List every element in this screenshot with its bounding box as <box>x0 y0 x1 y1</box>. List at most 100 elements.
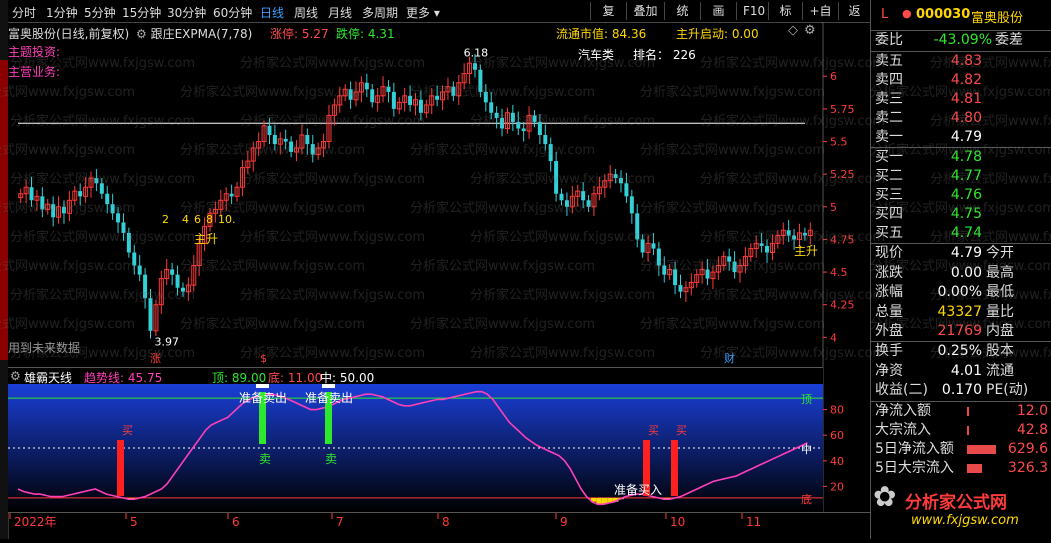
period-toolbar: 分时 1分钟 5分钟 15分钟 30分钟 60分钟 日线 周线 月线 多周期 更… <box>8 0 870 36</box>
stock-name: 富奥股份 <box>971 11 1024 26</box>
period-monthly[interactable]: 月线 <box>328 4 352 21</box>
ask-label: 卖五 <box>875 53 903 69</box>
sub-axis-panel: 80 60 40 20 <box>822 367 870 512</box>
candle-body <box>310 144 315 155</box>
period-30min[interactable]: 30分钟 <box>167 4 206 21</box>
candle-body <box>792 235 797 240</box>
gear-icon[interactable]: ⚙ <box>804 23 816 38</box>
candle-body <box>78 191 83 197</box>
indicator-expma-text: 跟庄EXPMA(7,78) <box>150 27 253 41</box>
quote-value: 4.79 <box>950 245 982 261</box>
quote-panel: L ● 000030 富奥股份 委比 -43.09% 委差 卖五 4.83 卖四 4.… <box>870 0 1051 539</box>
kline-svg: 65.755.55.2554.754.54.2546.183.972 4 6 8 10.… <box>8 23 870 368</box>
quote-value: 0.00 <box>950 264 982 281</box>
indicator-subchart[interactable]: 准备卖出卖 准备卖出卖 买 买 买准备买入 顶中底 <box>8 384 823 512</box>
main-kline-chart[interactable]: 6 5.75 5.5 5.25 5 4.75 4.5 4.25 4 6.18 3.97 2 4 6 8 10.… <box>8 23 870 368</box>
ask-price: 4.81 <box>950 91 982 107</box>
candle-body <box>483 91 488 103</box>
add-watchlist-button[interactable]: +自选 <box>802 2 838 36</box>
period-weekly[interactable]: 周线 <box>294 4 318 21</box>
topic-label: 主题投资: <box>8 45 61 59</box>
candle-body <box>727 256 732 262</box>
top-signal-cap <box>322 384 335 388</box>
stat-row: 换手 0.25% 股本 <box>871 342 1051 361</box>
candle-body <box>29 187 34 201</box>
period-60min[interactable]: 60分钟 <box>213 4 252 21</box>
ask-label: 卖一 <box>875 129 903 145</box>
candle-body <box>170 269 175 275</box>
sub-axis-svg: 80 60 40 20 <box>822 367 844 512</box>
stat-label-2: 股本 <box>986 343 1014 359</box>
period-fenshi[interactable]: 分时 <box>12 4 36 21</box>
flow-value: 42.8 <box>1016 422 1048 438</box>
f10-button[interactable]: F10 <box>736 2 768 20</box>
sell-ready-label: 准备卖出 <box>305 391 353 405</box>
flow-row: 5日净流入额 629.6 <box>871 440 1051 459</box>
indicator-expma-label[interactable]: ⚙ 跟庄EXPMA(7,78) <box>136 25 252 42</box>
sub-bg <box>8 384 823 512</box>
buy-ready-label: 准备买入 <box>614 483 662 497</box>
stat-row: 收益(二) 0.170 PE(动) <box>871 381 1051 400</box>
sector-label: 汽车类 <box>578 48 615 62</box>
period-more[interactable]: 更多 ▾ <box>406 4 440 21</box>
main-header: 富奥股份(日线,前复权) ⚙ 跟庄EXPMA(7,78) 涨停: 5.27 跌停… <box>8 23 823 42</box>
candle-body <box>283 138 288 142</box>
flow-bar <box>967 445 996 454</box>
quote-value: 0.00% <box>937 284 982 300</box>
logo-area: ✿ 分析家公式网 www.fxjgsw.com <box>871 480 1051 539</box>
period-5min[interactable]: 5分钟 <box>84 4 116 21</box>
period-15min[interactable]: 15分钟 <box>122 4 161 21</box>
quote-row: 总量 43327 量比 <box>871 303 1051 322</box>
candle-body <box>548 144 553 162</box>
count-label: 6 <box>194 213 201 226</box>
overlay-button[interactable]: 叠加 <box>626 2 664 20</box>
back-button[interactable]: 返回 <box>838 2 870 36</box>
candle-body <box>175 274 180 288</box>
subchart-svg: 准备卖出卖 准备卖出卖 买 买 买准备买入 顶中底 <box>8 384 823 512</box>
bid-label: 买一 <box>875 149 903 165</box>
bid-row: 买三 4.76 <box>871 186 1051 205</box>
diamond-icon[interactable]: ◇ <box>788 23 798 38</box>
flow-label: 大宗流入 <box>875 422 931 438</box>
flow-label: 5日大宗流入 <box>875 460 954 476</box>
period-more-label: 更多 <box>406 6 431 20</box>
candle-body <box>370 89 375 103</box>
candle-body <box>786 230 791 236</box>
draw-button[interactable]: 画线 <box>700 2 736 36</box>
stats-button[interactable]: 统计 <box>664 2 700 36</box>
period-daily[interactable]: 日线 <box>260 4 284 21</box>
indicator-header: ⚙ 雄霸天线 趋势线: 45.75 顶: 89.00 底: 11.00 中: 5… <box>8 367 823 385</box>
count-label: 10. <box>218 213 236 226</box>
buy-star-label: 买 <box>648 424 659 437</box>
candle-body <box>500 118 505 129</box>
main-rise-signal: 主升 <box>794 244 818 258</box>
count-label: 2 <box>162 213 169 226</box>
flow-bar <box>967 464 983 473</box>
bid-row: 买二 4.77 <box>871 167 1051 186</box>
period-1min[interactable]: 1分钟 <box>46 4 78 21</box>
indicator-gear-icon-2[interactable]: ⚙ <box>10 369 21 383</box>
ask-row: 卖五 4.83 <box>871 52 1051 71</box>
sell-ready-label: 准备卖出 <box>239 391 287 405</box>
candle-body <box>305 134 310 145</box>
restore-rights-button[interactable]: 复权 <box>590 2 626 36</box>
candle-body <box>629 196 634 214</box>
stat-value: 4.01 <box>950 362 982 379</box>
sub-tick-label: 80 <box>830 404 844 417</box>
candle-body <box>472 63 477 70</box>
candle-body <box>137 265 142 275</box>
zone-side-label: 底 <box>801 492 812 506</box>
ask-row: 卖一 4.79 <box>871 128 1051 147</box>
quote-row: 涨幅 0.00% 最低 <box>871 283 1051 302</box>
quote-row: 涨跌 0.00 最高 <box>871 264 1051 283</box>
candle-body <box>554 161 559 194</box>
candle-body <box>121 222 126 233</box>
candle-body <box>143 274 148 299</box>
main-rise-label: 主升启动: 0.00 <box>676 27 759 41</box>
buy-star-label: 买 <box>676 424 687 437</box>
period-multi[interactable]: 多周期 <box>362 4 398 21</box>
sell-arrow-label: 卖 <box>325 452 337 466</box>
top-signal-cap <box>256 384 269 388</box>
mark-button[interactable]: 标记 <box>768 2 802 36</box>
flow-row: 净流入额 12.0 <box>871 402 1051 421</box>
